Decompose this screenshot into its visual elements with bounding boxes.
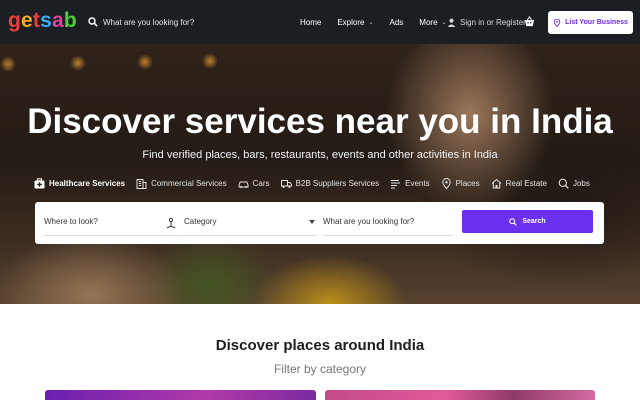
category-tab-real-estate[interactable]: Real Estate (491, 178, 547, 189)
home-icon (491, 178, 501, 188)
nav-home[interactable]: Home (300, 18, 321, 27)
header-search[interactable]: What are you looking for? (88, 15, 194, 29)
calendar-icon (391, 179, 401, 189)
map-pin-icon (441, 177, 451, 189)
category-select-label: Category (184, 217, 217, 226)
category-tab-healthcare[interactable]: Healthcare Services (34, 177, 126, 189)
search-button[interactable]: Search (462, 210, 593, 233)
category-label: Jobs (572, 178, 590, 188)
search-form: Where to look? Category What are you loo… (35, 202, 604, 244)
logo-letter-a: a (52, 9, 64, 32)
logo-letter-s: s (40, 9, 53, 32)
header-search-placeholder: What are you looking for? (103, 17, 195, 27)
category-label: B2B Suppliers Services (295, 178, 380, 188)
category-card[interactable] (45, 390, 316, 400)
nav-ads[interactable]: Ads (390, 18, 404, 27)
hero-banner: Discover services near you in India Find… (0, 44, 640, 304)
category-tabs: Healthcare Services Commercial Services … (34, 176, 601, 190)
keyword-input[interactable]: What are you looking for? (323, 208, 453, 236)
sign-in-label: Sign in or Register (460, 17, 526, 27)
locate-me-icon[interactable] (166, 217, 176, 229)
nav-more[interactable]: More ⌄ (419, 18, 446, 27)
nav-ads-label: Ads (389, 17, 404, 27)
keyword-input-placeholder: What are you looking for? (323, 217, 415, 226)
nav-explore-label: Explore (337, 17, 365, 27)
location-input[interactable]: Where to look? (44, 208, 183, 236)
logo-letter-g: g (8, 9, 22, 32)
category-card[interactable] (325, 390, 595, 400)
nav-home-label: Home (300, 17, 322, 27)
building-icon (136, 178, 147, 189)
main-nav: Home Explore ⌄ Ads More ⌄ (300, 15, 463, 29)
map-pin-icon (553, 18, 561, 27)
category-tab-commercial[interactable]: Commercial Services (136, 178, 227, 189)
category-label: Real Estate (505, 178, 547, 188)
logo-letter-b: b (63, 9, 77, 32)
category-label: Commercial Services (151, 178, 227, 188)
hero-title: Discover services near you in India (27, 102, 613, 141)
category-tab-places[interactable]: Places (441, 177, 480, 189)
category-tab-b2b[interactable]: B2B Suppliers Services (280, 178, 380, 189)
site-logo[interactable]: getsab (8, 9, 77, 33)
list-your-business-label: List Your Business (565, 19, 628, 26)
search-icon (509, 217, 518, 226)
category-tab-events[interactable]: Events (390, 178, 430, 189)
category-tab-cars[interactable]: Cars (238, 178, 270, 189)
hero-overlay (0, 44, 640, 304)
nav-explore[interactable]: Explore ⌄ (337, 18, 373, 27)
basket-icon[interactable] (524, 16, 535, 27)
section-subtitle: Filter by category (273, 362, 367, 376)
category-label: Healthcare Services (49, 178, 126, 188)
hero-subtitle: Find verified places, bars, restaurants,… (142, 149, 498, 161)
top-navbar: getsab What are you looking for? Home Ex… (0, 0, 640, 44)
caret-down-icon (309, 220, 315, 224)
category-select[interactable]: Category (184, 208, 317, 236)
truck-icon (280, 179, 292, 188)
chevron-down-icon: ⌄ (368, 19, 374, 26)
section-title: Discover places around India (215, 337, 425, 354)
search-icon (88, 17, 98, 27)
user-icon (447, 18, 456, 27)
logo-letter-e: e (21, 9, 33, 32)
list-your-business-button[interactable]: List Your Business (548, 11, 633, 34)
logo-letter-t: t (32, 9, 41, 32)
car-icon (238, 181, 249, 188)
category-label: Cars (252, 178, 270, 188)
magnifier-icon (558, 178, 569, 189)
medical-bag-icon (34, 177, 45, 188)
search-button-label: Search (522, 218, 546, 225)
chevron-down-icon: ⌄ (441, 19, 447, 26)
category-tab-jobs[interactable]: Jobs (558, 178, 590, 189)
category-label: Events (405, 178, 430, 188)
location-input-placeholder: Where to look? (44, 217, 98, 226)
category-label: Places (455, 178, 480, 188)
nav-more-label: More (419, 17, 438, 27)
sign-in-link[interactable]: Sign in or Register (447, 15, 526, 29)
